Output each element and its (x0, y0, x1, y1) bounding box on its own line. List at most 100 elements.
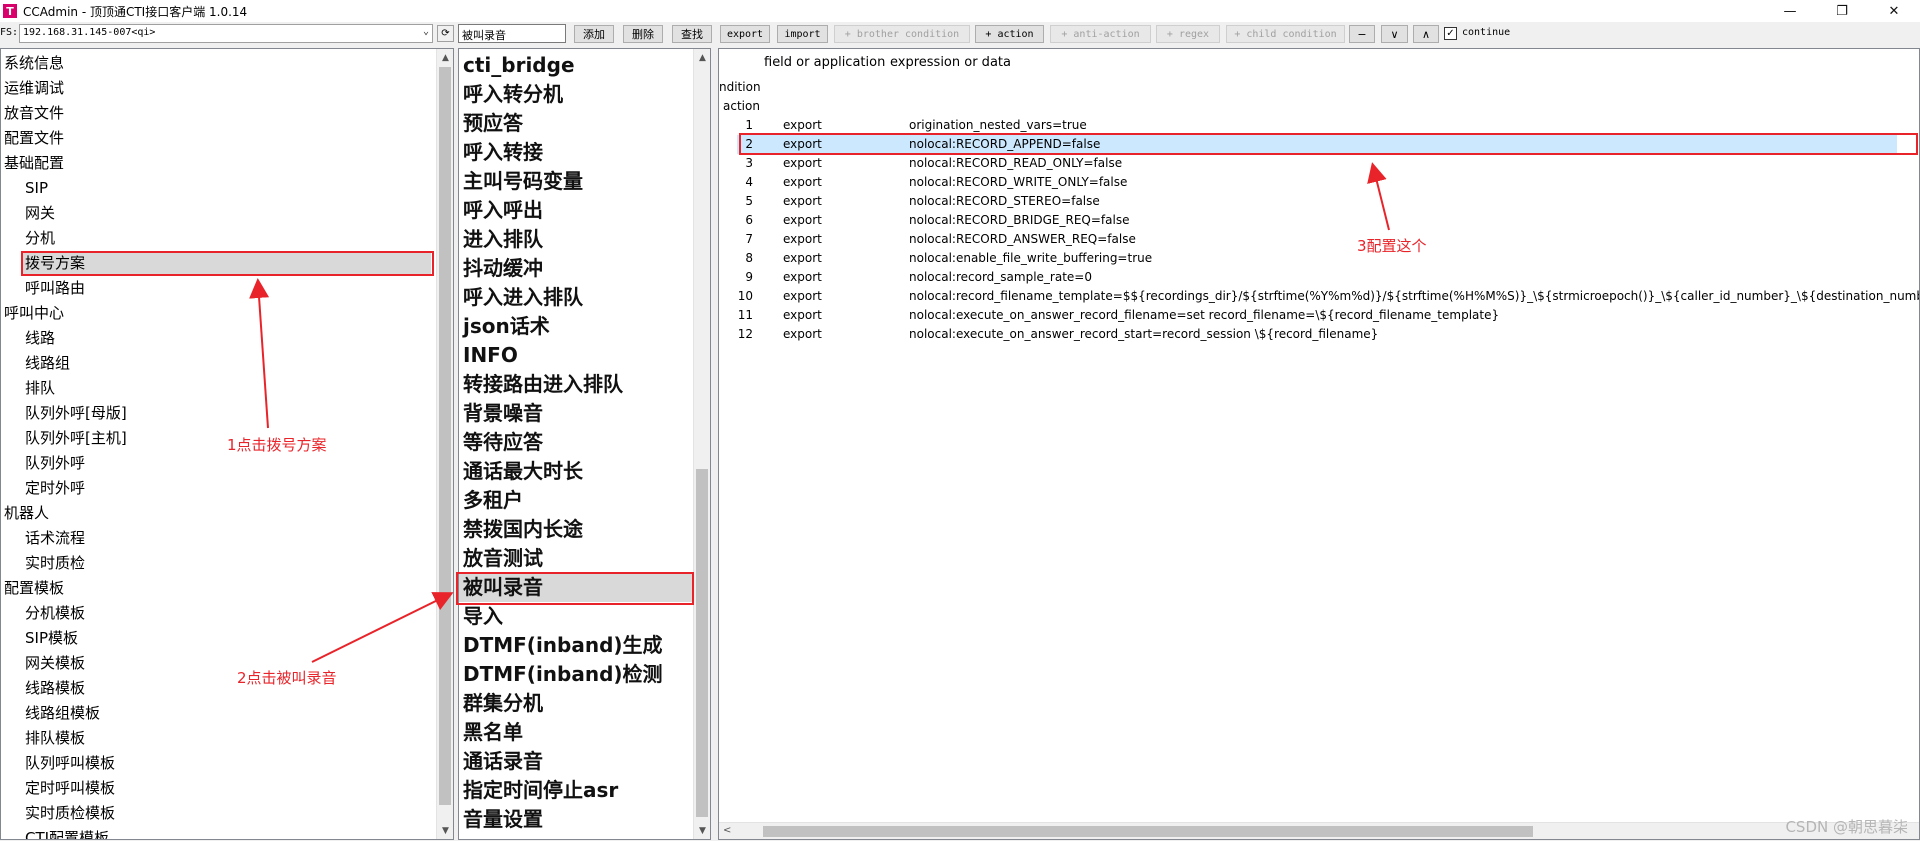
tree-item[interactable]: 线路组模板 (25, 701, 100, 725)
row-index[interactable]: 12 (737, 325, 753, 344)
dialplan-item[interactable]: 预应答 (463, 109, 523, 138)
tree-item[interactable]: 机器人 (4, 501, 49, 525)
tree-item[interactable]: 配置文件 (4, 126, 64, 150)
dialplan-item[interactable]: 黑名单 (463, 718, 523, 747)
dialplan-item[interactable]: 呼入进入排队 (463, 283, 583, 312)
close-button[interactable]: ✕ (1868, 0, 1920, 22)
row-field[interactable]: export (783, 230, 822, 249)
search-input[interactable]: 被叫录音 (458, 24, 566, 43)
tree-item[interactable]: 定时外呼 (25, 476, 85, 500)
scrollbar-thumb[interactable] (696, 469, 708, 817)
dialplan-item[interactable]: 进入排队 (463, 225, 543, 254)
column-header-field[interactable]: field or application (764, 55, 885, 70)
export-button[interactable]: export (720, 25, 770, 43)
fs-server-select[interactable]: 192.168.31.145-007<qi> ⌄ (19, 24, 433, 43)
find-button[interactable]: 查找 (672, 25, 712, 43)
row-index[interactable]: 10 (737, 287, 753, 306)
row-data[interactable]: nolocal:RECORD_WRITE_ONLY=false (909, 173, 1127, 192)
tree-item[interactable]: 放音文件 (4, 101, 64, 125)
dialplan-item[interactable]: 呼入转分机 (463, 80, 563, 109)
row-index[interactable]: 5 (737, 192, 753, 211)
add-regex-button[interactable]: + regex (1156, 25, 1220, 43)
add-anti-action-button[interactable]: + anti-action (1050, 25, 1151, 43)
row-data[interactable]: nolocal:RECORD_READ_ONLY=false (909, 154, 1122, 173)
tree-item[interactable]: 呼叫中心 (4, 301, 64, 325)
tree-item[interactable]: 定时呼叫模板 (25, 776, 115, 800)
tree-item[interactable]: 线路组 (25, 351, 70, 375)
move-down-button[interactable]: ∨ (1381, 25, 1408, 43)
row-data[interactable]: nolocal:enable_file_write_buffering=true (909, 249, 1152, 268)
row-data[interactable]: nolocal:RECORD_ANSWER_REQ=false (909, 230, 1136, 249)
move-up-button[interactable]: ∧ (1413, 25, 1439, 43)
dialplan-item[interactable]: 主叫号码变量 (463, 167, 583, 196)
row-field[interactable]: export (783, 192, 822, 211)
scroll-left-icon[interactable]: < (723, 825, 731, 836)
table-row[interactable]: 7 export nolocal:RECORD_ANSWER_REQ=false (737, 230, 1897, 249)
dialplan-item[interactable]: 放音测试 (463, 544, 543, 573)
row-data[interactable]: nolocal:record_filename_template=$${reco… (909, 287, 1919, 306)
tree-item[interactable]: 网关 (25, 201, 55, 225)
tree-item[interactable]: SIP (25, 176, 48, 200)
table-row[interactable]: 4 export nolocal:RECORD_WRITE_ONLY=false (737, 173, 1897, 192)
scrollbar-thumb[interactable] (763, 826, 1533, 837)
tree-item[interactable]: 网关模板 (25, 651, 85, 675)
row-data[interactable]: nolocal:execute_on_answer_record_start=r… (909, 325, 1378, 344)
row-data[interactable]: nolocal:RECORD_BRIDGE_REQ=false (909, 211, 1129, 230)
scroll-down-icon[interactable]: ▼ (437, 822, 453, 839)
row-data[interactable]: nolocal:record_sample_rate=0 (909, 268, 1092, 287)
row-index[interactable]: 4 (737, 173, 753, 192)
dialplan-item[interactable]: 多租户 (463, 486, 523, 515)
scroll-up-icon[interactable]: ▲ (437, 49, 453, 66)
continue-checkbox[interactable]: ✓ (1444, 27, 1457, 40)
tree-item[interactable]: SIP模板 (25, 626, 78, 650)
tree-item[interactable]: 排队 (25, 376, 55, 400)
table-row[interactable]: 8 export nolocal:enable_file_write_bufferi… (737, 249, 1897, 268)
table-row[interactable]: 9 export nolocal:record_sample_rate=0 (737, 268, 1897, 287)
scroll-up-icon[interactable]: ▲ (694, 49, 710, 66)
dialplan-item[interactable]: 禁拨国内长途 (463, 515, 583, 544)
dialplan-scrollbar[interactable]: ▲ ▼ (693, 49, 710, 839)
row-field[interactable]: export (783, 154, 822, 173)
row-field[interactable]: export (783, 249, 822, 268)
dialplan-item[interactable]: json话术 (463, 312, 550, 341)
delete-button[interactable]: 删除 (623, 25, 663, 43)
dialplan-item[interactable]: 呼入呼出 (463, 196, 543, 225)
row-field[interactable]: export (783, 173, 822, 192)
tree-item[interactable]: CTI配置模板 (25, 826, 109, 839)
dialplan-item[interactable]: 呼入转接 (463, 138, 543, 167)
dialplan-item[interactable]: INFO (463, 341, 518, 370)
column-header-data[interactable]: expression or data (890, 55, 1011, 70)
dialplan-item[interactable]: 抖动缓冲 (463, 254, 543, 283)
dialplan-item[interactable]: DTMF(inband)生成 (463, 631, 663, 660)
tree-item[interactable]: 配置模板 (4, 576, 64, 600)
remove-button[interactable]: − (1349, 25, 1375, 43)
dialplan-item[interactable]: 背景噪音 (463, 399, 543, 428)
table-row[interactable]: 10 export nolocal:record_filename_template… (737, 287, 1919, 306)
tree-item[interactable]: 运维调试 (4, 76, 64, 100)
row-field[interactable]: export (783, 325, 822, 344)
dialplan-item[interactable]: 转接路由进入排队 (463, 370, 623, 399)
row-data[interactable]: nolocal:execute_on_answer_record_filenam… (909, 306, 1499, 325)
tree-item[interactable]: 系统信息 (4, 51, 64, 75)
tree-item[interactable]: 队列外呼 (25, 451, 85, 475)
tree-item[interactable]: 队列外呼[主机] (25, 426, 127, 450)
row-index[interactable]: 7 (737, 230, 753, 249)
dialplan-item[interactable]: 导入 (463, 602, 503, 631)
add-child-condition-button[interactable]: + child condition (1226, 25, 1345, 43)
row-field[interactable]: export (783, 268, 822, 287)
dialplan-item[interactable]: cti_bridge (463, 51, 575, 80)
minimize-button[interactable]: — (1764, 0, 1816, 22)
add-action-button[interactable]: + action (975, 25, 1044, 43)
tree-item[interactable]: 线路 (25, 326, 55, 350)
table-row[interactable]: 5 export nolocal:RECORD_STEREO=false (737, 192, 1897, 211)
scrollbar-thumb[interactable] (439, 67, 451, 805)
tree-item[interactable]: 实时质检 (25, 551, 85, 575)
add-brother-condition-button[interactable]: + brother condition (834, 25, 970, 43)
import-button[interactable]: import (777, 25, 828, 43)
dialplan-item[interactable]: 通话录音 (463, 747, 543, 776)
tree-item[interactable]: 队列呼叫模板 (25, 751, 115, 775)
action-label[interactable]: action (723, 99, 760, 113)
row-field[interactable]: export (783, 306, 822, 325)
tree-item[interactable]: 队列外呼[母版] (25, 401, 127, 425)
tree-item[interactable]: 分机 (25, 226, 55, 250)
